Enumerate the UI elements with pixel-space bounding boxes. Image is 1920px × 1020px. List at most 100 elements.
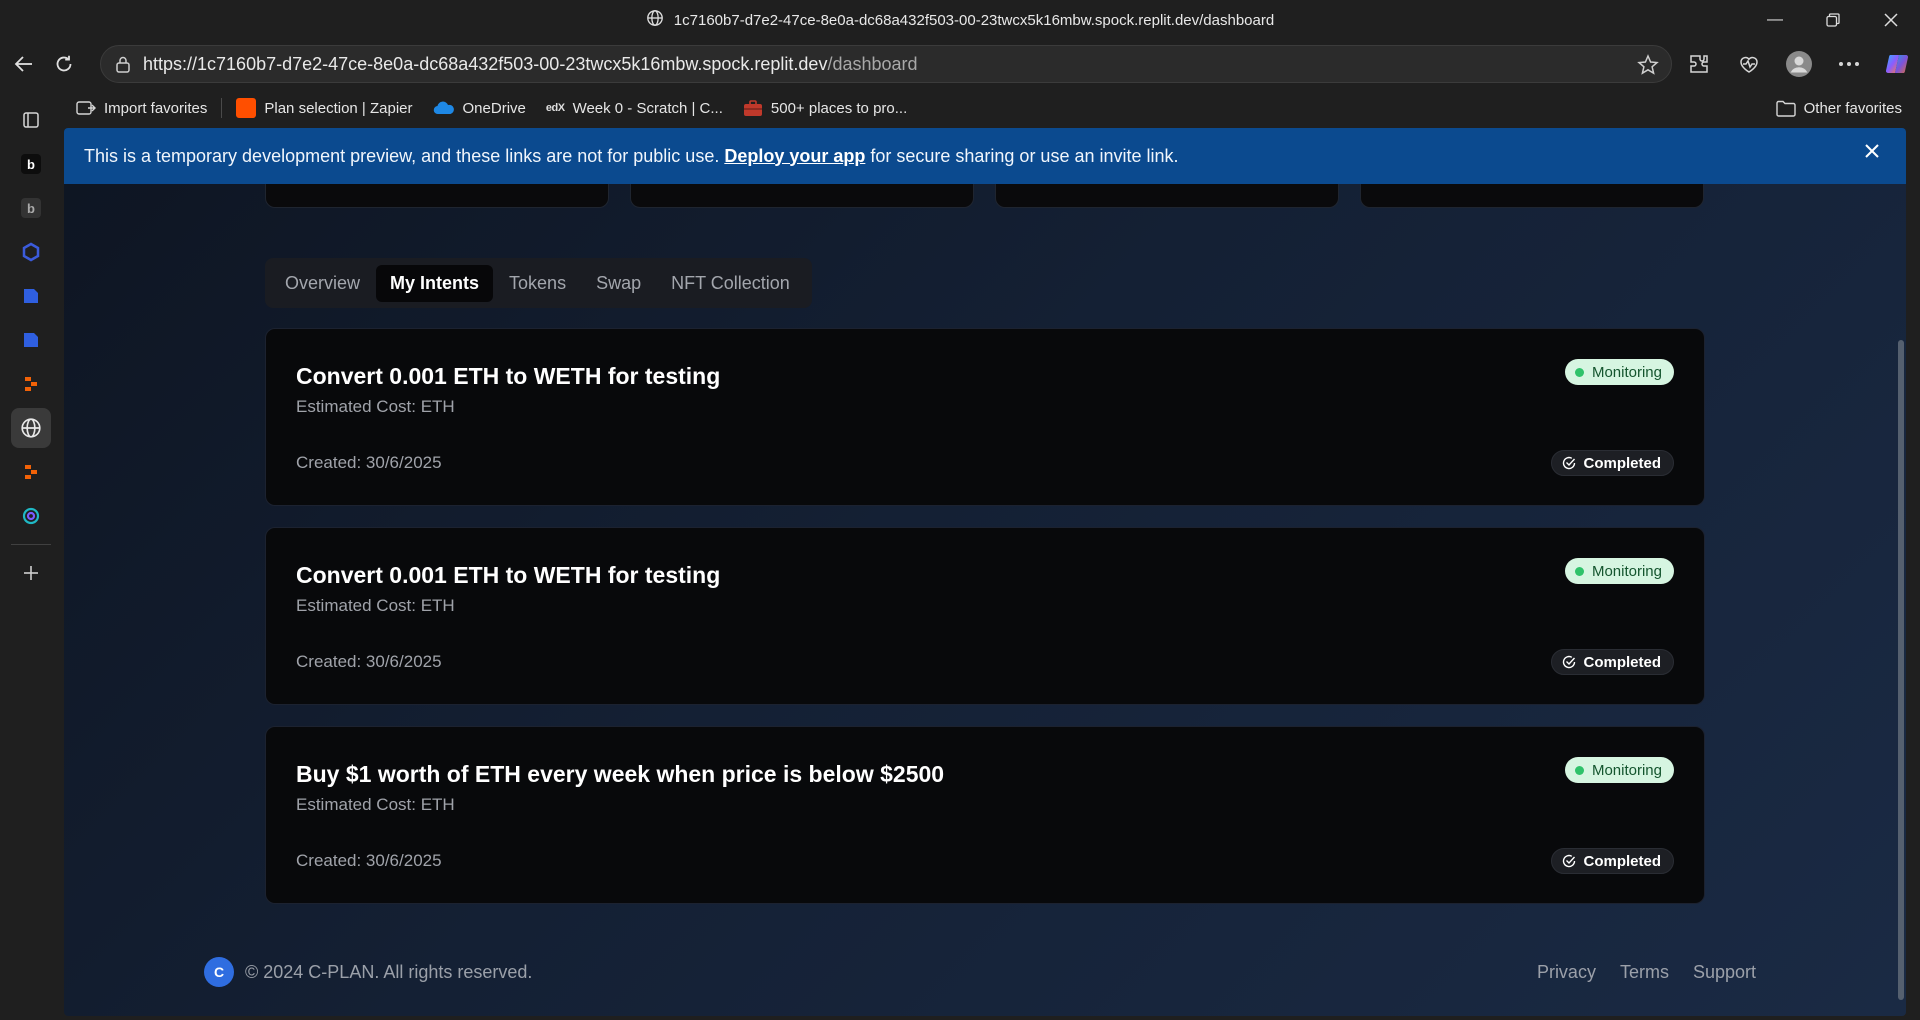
check-circle-icon (1563, 456, 1576, 470)
intent-card[interactable]: Buy $1 worth of ETH every week when pric… (265, 726, 1705, 904)
intent-card[interactable]: Convert 0.001 ETH to WETH for testing Es… (265, 328, 1705, 506)
c-plan-logo: C (204, 957, 234, 987)
favorite-label: Week 0 - Scratch | C... (572, 99, 723, 117)
browser-essentials-icon[interactable] (1724, 40, 1774, 88)
completed-badge: Completed (1551, 450, 1674, 476)
favorites-bar: Import favorites Plan selection | Zapier… (64, 88, 1920, 128)
replit-icon[interactable] (11, 364, 51, 404)
terms-link[interactable]: Terms (1620, 962, 1669, 983)
favorite-label: OneDrive (462, 99, 526, 117)
monitoring-label: Monitoring (1591, 363, 1662, 381)
app-blue-doc-icon[interactable] (11, 276, 51, 316)
favorite-zapier[interactable]: Plan selection | Zapier (236, 98, 413, 118)
window-title-text: 1c7160b7-d7e2-47ce-8e0a-dc68a432f503-00-… (673, 11, 1275, 29)
tab-my-intents[interactable]: My Intents (376, 264, 494, 302)
favorite-star-icon[interactable] (1637, 54, 1659, 81)
footer-links: Privacy Terms Support (1537, 962, 1756, 983)
app-swirl-icon[interactable] (11, 496, 51, 536)
edx-icon: edX (545, 102, 565, 114)
intent-estimated-cost: Estimated Cost: ETH (296, 795, 455, 814)
scrollbar-thumb[interactable] (1898, 340, 1904, 1000)
intent-estimated-cost: Estimated Cost: ETH (296, 596, 455, 615)
folder-icon (1775, 100, 1796, 117)
url-path: /dashboard (827, 53, 918, 74)
completed-label: Completed (1583, 454, 1661, 472)
banner-text: This is a temporary development preview,… (84, 145, 720, 166)
check-circle-icon (1563, 655, 1576, 669)
favorite-import[interactable]: Import favorites (76, 99, 207, 117)
address-bar[interactable]: https://1c7160b7-d7e2-47ce-8e0a-dc68a432… (100, 45, 1672, 83)
intent-title: Buy $1 worth of ETH every week when pric… (296, 761, 945, 787)
lock-icon[interactable] (115, 55, 131, 73)
favorite-label: Import favorites (104, 99, 208, 117)
more-options-icon[interactable] (1824, 40, 1874, 88)
minimize-button[interactable]: — (1746, 0, 1804, 40)
import-icon (76, 101, 96, 115)
status-dot-icon (1574, 765, 1584, 775)
favorite-label: 500+ places to pro... (770, 99, 908, 117)
tab-tokens[interactable]: Tokens (495, 265, 580, 302)
svg-text:b: b (27, 157, 35, 172)
browser-sidebar: b b (0, 88, 62, 1020)
intent-card[interactable]: Convert 0.001 ETH to WETH for testing Es… (265, 527, 1705, 705)
svg-text:b: b (27, 201, 35, 216)
status-dot-icon (1574, 367, 1584, 377)
copyright-text: © 2024 C-PLAN. All rights reserved. (245, 961, 533, 982)
zapier-icon (236, 98, 257, 118)
browser-toolbar: https://1c7160b7-d7e2-47ce-8e0a-dc68a432… (0, 40, 1920, 88)
monitoring-badge: Monitoring (1564, 359, 1674, 385)
other-favorites[interactable]: Other favorites (1775, 100, 1902, 117)
check-circle-icon (1563, 854, 1576, 868)
banner-close-icon[interactable] (1864, 142, 1880, 165)
copilot-icon[interactable] (1874, 40, 1920, 88)
intent-created-date: Created: 30/6/2025 (296, 453, 442, 472)
tab-overview[interactable]: Overview (271, 265, 374, 302)
globe-icon (646, 9, 664, 31)
tab-actions-icon[interactable] (11, 100, 51, 140)
back-arrow-icon (14, 56, 32, 72)
window-title: 1c7160b7-d7e2-47ce-8e0a-dc68a432f503-00-… (646, 9, 1274, 31)
intent-created-date: Created: 30/6/2025 (296, 851, 442, 870)
page-footer: C © 2024 C-PLAN. All rights reserved. Pr… (204, 952, 1756, 992)
app-hex-icon[interactable] (11, 232, 51, 272)
favorite-briefcase[interactable]: 500+ places to pro... (743, 99, 907, 117)
restore-button[interactable] (1804, 0, 1862, 40)
completed-label: Completed (1583, 653, 1661, 671)
web-app-globe-icon[interactable] (11, 408, 51, 448)
extensions-icon[interactable] (1674, 40, 1724, 88)
bing-b-icon[interactable]: b (11, 144, 51, 184)
replit-2-icon[interactable] (11, 452, 51, 492)
profile-avatar-icon[interactable] (1774, 40, 1824, 88)
tab-swap[interactable]: Swap (582, 265, 655, 302)
completed-badge: Completed (1551, 848, 1674, 874)
close-window-button[interactable] (1862, 0, 1920, 40)
briefcase-icon (743, 100, 762, 116)
add-sidebar-app-icon[interactable] (11, 553, 51, 593)
url-host: https://1c7160b7-d7e2-47ce-8e0a-dc68a432… (143, 53, 828, 74)
url-text[interactable]: https://1c7160b7-d7e2-47ce-8e0a-dc68a432… (143, 54, 918, 75)
monitoring-badge: Monitoring (1564, 757, 1674, 783)
completed-label: Completed (1583, 852, 1661, 870)
refresh-button[interactable] (44, 44, 84, 84)
bing-b-dim-icon[interactable]: b (11, 188, 51, 228)
privacy-link[interactable]: Privacy (1537, 962, 1596, 983)
refresh-icon (56, 55, 72, 72)
support-link[interactable]: Support (1693, 962, 1756, 983)
status-dot-icon (1574, 566, 1584, 576)
title-bar: 1c7160b7-d7e2-47ce-8e0a-dc68a432f503-00-… (0, 0, 1920, 40)
tab-nft-collection[interactable]: NFT Collection (657, 265, 804, 302)
deploy-app-link[interactable]: Deploy your app (724, 146, 865, 167)
favorite-edx[interactable]: edX Week 0 - Scratch | C... (546, 100, 723, 117)
favorites-divider (221, 98, 223, 118)
page-scrollbar[interactable] (1896, 128, 1906, 1016)
monitoring-badge: Monitoring (1564, 558, 1674, 584)
monitoring-label: Monitoring (1591, 761, 1662, 779)
intent-title: Convert 0.001 ETH to WETH for testing (296, 562, 721, 588)
intent-title: Convert 0.001 ETH to WETH for testing (296, 363, 721, 389)
banner-text-after: for secure sharing or use an invite link… (870, 145, 1179, 166)
back-button[interactable] (4, 44, 44, 84)
dashboard-tabs: Overview My Intents Tokens Swap NFT Coll… (265, 258, 812, 308)
app-blue-doc-2-icon[interactable] (11, 320, 51, 360)
favorite-onedrive[interactable]: OneDrive (433, 100, 526, 117)
completed-badge: Completed (1551, 649, 1674, 675)
